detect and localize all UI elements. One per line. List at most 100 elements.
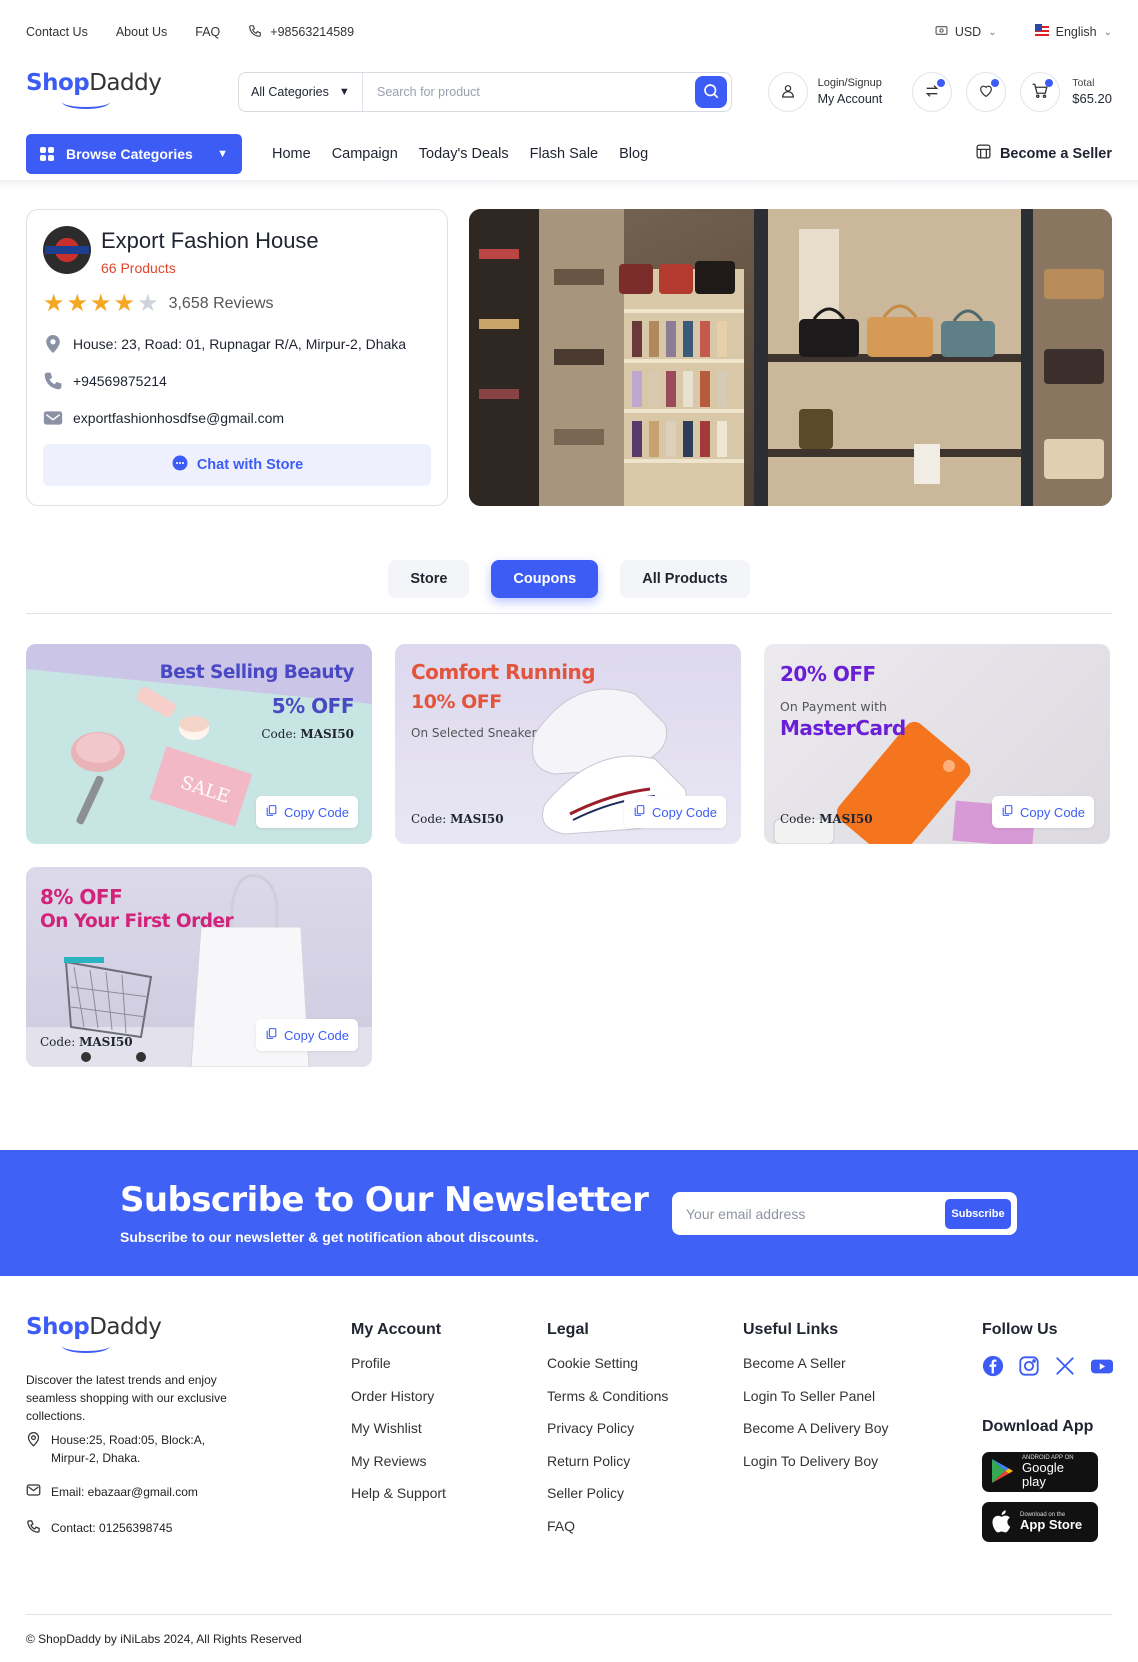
store-name: Export Fashion House — [101, 228, 319, 253]
newsletter-form: Subscribe — [672, 1192, 1017, 1235]
copy-icon — [1001, 804, 1014, 820]
nav-todays-deals[interactable]: Today's Deals — [419, 146, 509, 162]
faq-link[interactable]: FAQ — [195, 25, 220, 39]
code-value: MASI50 — [450, 812, 504, 826]
store-email-row: exportfashionhosdfse@gmail.com — [43, 408, 431, 428]
currency-select[interactable]: USD ⌄ — [935, 24, 997, 40]
contact-us-link[interactable]: Contact Us — [26, 25, 88, 39]
footer-link-order-history[interactable]: Order History — [351, 1388, 446, 1421]
nav-campaign[interactable]: Campaign — [332, 146, 398, 162]
account-link[interactable]: Login/Signup My Account — [818, 76, 883, 108]
cart-button[interactable] — [1020, 72, 1061, 112]
subscribe-button[interactable]: Subscribe — [945, 1198, 1011, 1229]
store-tabs: Store Coupons All Products — [0, 560, 1138, 598]
footer-follow: Follow Us Download App ANDROID APP ON Go… — [982, 1321, 1114, 1552]
footer-email[interactable]: Email: ebazaar@gmail.com — [51, 1483, 198, 1502]
category-select[interactable]: All Categories ▼ — [239, 73, 363, 111]
footer-link-profile[interactable]: Profile — [351, 1355, 446, 1388]
coupon-line1: 20% OFF — [780, 662, 876, 686]
footer-useful-links: Useful Links Become A Seller Login To Se… — [743, 1321, 889, 1485]
browse-categories-button[interactable]: Browse Categories ▼ — [26, 133, 242, 174]
tab-all-products[interactable]: All Products — [620, 560, 750, 598]
copy-code-button[interactable]: Copy Code — [256, 796, 358, 828]
footer-contact-row: Contact: 01256398745 — [26, 1519, 172, 1539]
nav-home[interactable]: Home — [272, 146, 311, 162]
footer-logo[interactable]: ShopDaddy — [26, 1314, 216, 1358]
footer-email-row: Email: ebazaar@gmail.com — [26, 1483, 198, 1502]
coupon-line2: On Payment with — [780, 699, 887, 714]
phone-icon — [26, 1519, 41, 1539]
footer-link-cookie[interactable]: Cookie Setting — [547, 1355, 668, 1388]
footer-link-seller-panel[interactable]: Login To Seller Panel — [743, 1388, 889, 1421]
footer-link-terms[interactable]: Terms & Conditions — [547, 1388, 668, 1421]
become-seller-link[interactable]: Become a Seller — [975, 143, 1112, 164]
footer-link-become-seller[interactable]: Become A Seller — [743, 1355, 889, 1388]
coupon-card: 20% OFF On Payment with MasterCard Code:… — [764, 644, 1110, 844]
store-product-count: 66 Products — [101, 260, 176, 276]
apple-icon — [990, 1508, 1012, 1537]
nav-menu: Home Campaign Today's Deals Flash Sale B… — [272, 146, 648, 162]
us-flag-icon — [1034, 23, 1049, 41]
coupon-line1: Best Selling Beauty — [159, 662, 355, 683]
footer-link-seller-policy[interactable]: Seller Policy — [547, 1485, 668, 1518]
star-icon: ★ — [66, 290, 89, 317]
footer-link-wishlist[interactable]: My Wishlist — [351, 1420, 446, 1453]
coupon-code: Code: MASI50 — [261, 727, 354, 741]
footer-link-reviews[interactable]: My Reviews — [351, 1453, 446, 1486]
footer-link-delivery-boy[interactable]: Become A Delivery Boy — [743, 1420, 889, 1453]
x-icon[interactable] — [1054, 1355, 1076, 1380]
user-icon — [780, 83, 796, 102]
newsletter-email-input[interactable] — [686, 1205, 945, 1222]
copy-code-button[interactable]: Copy Code — [256, 1019, 358, 1051]
facebook-icon[interactable] — [982, 1355, 1004, 1380]
coupon-line1: 8% OFF — [40, 885, 123, 909]
mail-icon — [26, 1483, 41, 1502]
copy-code-button[interactable]: Copy Code — [992, 796, 1094, 828]
top-bar: Contact Us About Us FAQ +98563214589 USD… — [26, 22, 1112, 42]
star-empty-icon: ★ — [137, 290, 159, 317]
copy-code-button[interactable]: Copy Code — [624, 796, 726, 828]
become-seller-label: Become a Seller — [999, 145, 1112, 162]
nav-blog[interactable]: Blog — [619, 146, 648, 162]
app-store-button[interactable]: Download on the App Store — [982, 1502, 1098, 1542]
site-logo[interactable]: ShopDaddy — [26, 70, 216, 114]
cart-total[interactable]: Total $65.20 — [1072, 76, 1112, 109]
about-us-link[interactable]: About Us — [116, 25, 167, 39]
my-account-label: My Account — [817, 91, 883, 106]
copy-icon — [265, 1027, 278, 1043]
tab-coupons[interactable]: Coupons — [491, 560, 599, 598]
code-label: Code: — [780, 812, 816, 826]
coupon-line3: On Selected Sneaker — [411, 726, 537, 740]
wishlist-button[interactable] — [966, 72, 1007, 112]
coupon-discount: 5% OFF — [271, 694, 355, 718]
compare-button[interactable] — [912, 72, 953, 112]
top-phone[interactable]: +98563214589 — [248, 24, 354, 41]
footer-link-privacy[interactable]: Privacy Policy — [547, 1420, 668, 1453]
footer-col-title: Legal — [547, 1321, 589, 1338]
login-label: Login/Signup — [817, 77, 882, 90]
footer-link-login-delivery[interactable]: Login To Delivery Boy — [743, 1453, 889, 1486]
google-play-button[interactable]: ANDROID APP ON Google play — [982, 1452, 1098, 1492]
category-label: All Categories — [251, 85, 329, 99]
footer-link-help[interactable]: Help & Support — [351, 1485, 446, 1518]
coupon-line2: On Your First Order — [40, 911, 234, 932]
store-phone: +94569875214 — [73, 373, 167, 389]
nav-flash-sale[interactable]: Flash Sale — [530, 146, 599, 162]
store-address: House: 23, Road: 01, Rupnagar R/A, Mirpu… — [73, 336, 407, 352]
footer-link-return[interactable]: Return Policy — [547, 1453, 668, 1486]
youtube-icon[interactable] — [1090, 1355, 1114, 1380]
tab-store[interactable]: Store — [388, 560, 470, 598]
search-input[interactable] — [363, 73, 695, 111]
code-value: MASI50 — [819, 812, 873, 826]
language-select[interactable]: English ⌄ — [1034, 23, 1112, 41]
search-button[interactable] — [695, 76, 727, 108]
code-label: Code: — [411, 812, 447, 826]
instagram-icon[interactable] — [1018, 1355, 1040, 1380]
phone-icon — [43, 371, 63, 391]
chat-with-store-button[interactable]: Chat with Store — [43, 444, 431, 486]
wishlist-badge — [991, 79, 1000, 87]
coupon-code: Code: MASI50 — [780, 812, 873, 826]
footer-link-faq[interactable]: FAQ — [547, 1518, 668, 1551]
footer-legal: Legal Cookie Setting Terms & Conditions … — [547, 1321, 668, 1550]
user-button[interactable] — [767, 72, 808, 112]
